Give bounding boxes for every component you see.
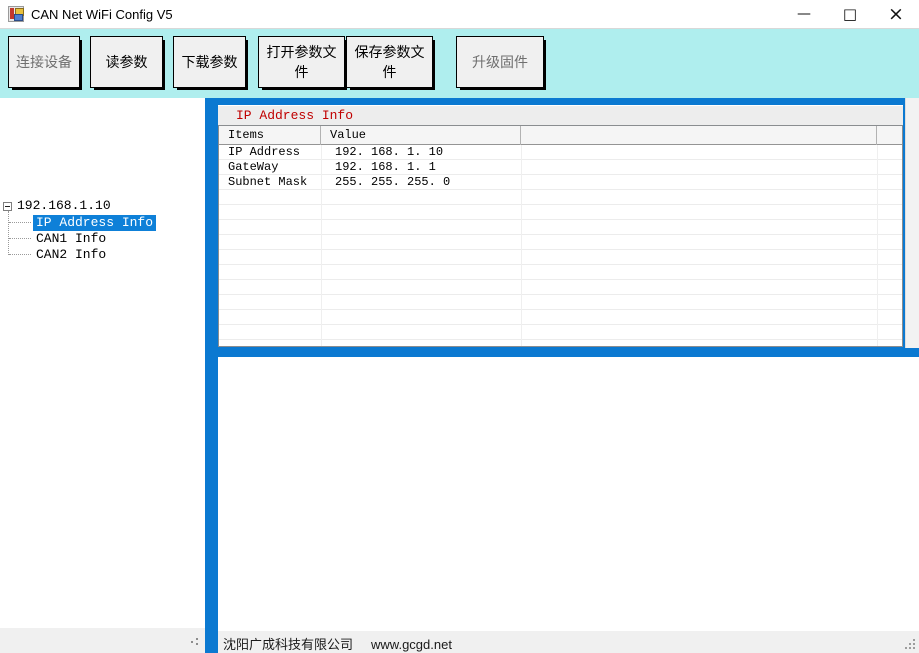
maximize-button[interactable]: □ <box>827 0 873 28</box>
cell-value: 255. 255. 255. 0 <box>321 175 521 190</box>
cell-value: 192. 168. 1. 1 <box>321 160 521 175</box>
device-tree: 192.168.1.10 IP Address Info CAN1 Info C… <box>0 98 205 628</box>
panel-title: IP Address Info <box>218 105 903 125</box>
tree-item-can2-info[interactable]: CAN2 Info <box>33 247 109 263</box>
cell-item: Subnet Mask <box>219 175 321 190</box>
tree-connector-line <box>9 222 31 223</box>
tree-connector-line <box>8 211 9 255</box>
column-header-empty[interactable] <box>521 126 877 145</box>
app-icon <box>8 6 24 22</box>
upgrade-firmware-button[interactable]: 升级固件 <box>456 36 544 88</box>
tree-connector-line <box>9 238 31 239</box>
listview-body: IP Address 192. 168. 1. 10 GateWay 192. … <box>219 145 902 347</box>
column-header-filler <box>877 126 902 145</box>
tree-connector-line <box>9 254 31 255</box>
table-row[interactable]: IP Address 192. 168. 1. 10 <box>219 145 902 160</box>
save-params-file-button[interactable]: 保存参数文件 <box>346 36 433 88</box>
window-controls: — □ × <box>781 0 919 28</box>
cell-item: GateWay <box>219 160 321 175</box>
company-name: 沈阳广成科技有限公司 <box>223 637 353 652</box>
params-listview: Items Value IP Address 192. 168. 1. 10 G… <box>218 125 903 347</box>
table-row[interactable]: GateWay 192. 168. 1. 1 <box>219 160 902 175</box>
close-button[interactable]: × <box>873 0 919 28</box>
titlebar: CAN Net WiFi Config V5 — □ × <box>0 0 919 28</box>
connect-device-button[interactable]: 连接设备 <box>8 36 80 88</box>
horizontal-splitter[interactable] <box>205 348 919 357</box>
cell-value: 192. 168. 1. 10 <box>321 145 521 160</box>
column-header-value[interactable]: Value <box>321 126 521 145</box>
minimize-button[interactable]: — <box>781 0 827 28</box>
column-header-items[interactable]: Items <box>219 126 321 145</box>
statusbar-left <box>0 628 205 653</box>
toolbar: 连接设备 读参数 下载参数 打开参数文件 保存参数文件 升级固件 GCAN-21… <box>0 28 919 98</box>
app-window: CAN Net WiFi Config V5 — □ × 连接设备 读参数 下载… <box>0 0 919 653</box>
status-text: 沈阳广成科技有限公司 www.gcgd.net <box>223 634 452 653</box>
tree-root-node[interactable]: 192.168.1.10 <box>17 198 111 214</box>
listview-header: Items Value <box>219 126 902 145</box>
website-url: www.gcgd.net <box>371 637 452 652</box>
log-panel <box>218 357 919 631</box>
open-params-file-button[interactable]: 打开参数文件 <box>258 36 345 88</box>
tree-item-can1-info[interactable]: CAN1 Info <box>33 231 109 247</box>
tree-item-ip-address-info[interactable]: IP Address Info <box>33 215 156 231</box>
tree-collapse-icon[interactable] <box>3 202 12 211</box>
download-params-button[interactable]: 下载参数 <box>173 36 246 88</box>
table-row[interactable]: Subnet Mask 255. 255. 255. 0 <box>219 175 902 190</box>
window-title: CAN Net WiFi Config V5 <box>31 7 173 22</box>
statusbar-right: 沈阳广成科技有限公司 www.gcgd.net <box>218 631 919 653</box>
resize-grip-icon[interactable] <box>191 641 199 649</box>
app-icon-part <box>14 14 23 21</box>
panel-edge <box>905 98 919 348</box>
resize-grip-icon[interactable] <box>905 639 916 650</box>
read-params-button[interactable]: 读参数 <box>90 36 163 88</box>
cell-item: IP Address <box>219 145 321 160</box>
